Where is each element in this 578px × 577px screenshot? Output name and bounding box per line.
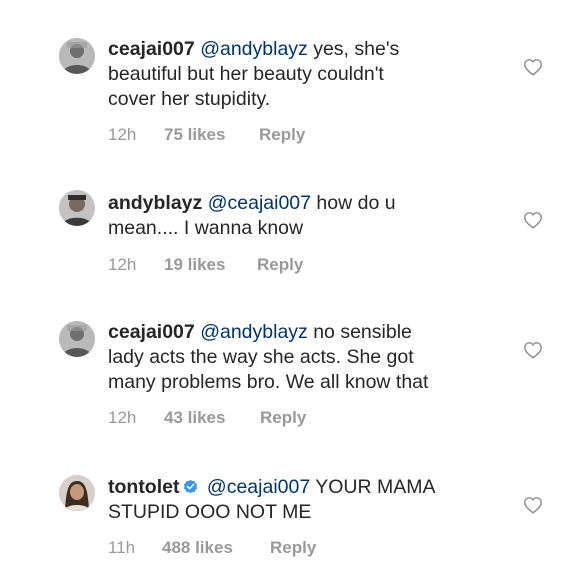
avatar[interactable] [59,321,95,357]
comment-username[interactable]: ceajai007 [108,321,195,343]
comment-mention[interactable]: @ceajai007 [208,192,311,214]
comment-meta: 12h 43 likes Reply [108,408,306,428]
avatar[interactable] [59,38,95,74]
comment-text-line: many problems bro. We all know that [108,371,429,393]
comment-text-line: beautiful but her beauty couldn't [108,63,384,85]
heart-outline-icon[interactable] [523,58,543,76]
comment-text: ceajai007 @andyblayz yes, she's beautifu… [108,37,508,112]
comment-text-line: STUPID OOO NOT ME [108,501,312,523]
heart-outline-icon[interactable] [523,341,543,359]
comment-text-line: cover her stupidity. [108,88,271,110]
comment-text-line: yes, she's [307,38,400,60]
previous-comment-fade [0,0,578,14]
comment-meta: 12h 19 likes Reply [108,255,303,275]
comment-time: 12h [108,125,137,144]
comment-time: 12h [108,255,137,274]
reply-button[interactable]: Reply [270,538,316,558]
verified-badge-icon [184,479,198,494]
comment-mention[interactable]: @andyblayz [200,321,308,343]
comment-likes[interactable]: 43 likes [164,408,260,428]
comment-text-line: lady acts the way she acts. She got [108,346,414,368]
reply-button[interactable]: Reply [259,125,305,145]
comment-text-line: how do u [311,192,396,214]
comment-time: 11h [108,538,136,557]
reply-button[interactable]: Reply [260,408,306,428]
comment-text-line: YOUR MAMA [310,476,436,498]
comment-text-line: no sensible [307,321,412,343]
comment-mention[interactable]: @ceajai007 [207,476,310,498]
comment-time: 12h [108,408,137,427]
heart-outline-icon[interactable] [523,211,543,229]
comment-text: ceajai007 @andyblayz no sensible lady ac… [108,320,508,395]
comment-username[interactable]: ceajai007 [108,38,195,60]
comment-meta: 11h 488 likes Reply [108,538,316,558]
comment-mention[interactable]: @andyblayz [200,38,308,60]
avatar[interactable] [59,190,95,226]
comment-username[interactable]: tontolet [108,476,179,498]
comment-likes[interactable]: 75 likes [164,125,259,145]
comment-text: andyblayz @ceajai007 how do u mean.... I… [108,191,508,241]
comment-text-line: mean.... I wanna know [108,217,304,239]
comment-likes[interactable]: 488 likes [162,538,270,558]
avatar[interactable] [59,475,95,511]
comment-text: tontolet @ceajai007 YOUR MAMA STUPID OOO… [108,475,508,525]
comment-likes[interactable]: 19 likes [164,255,257,275]
comment-username[interactable]: andyblayz [108,192,202,214]
heart-outline-icon[interactable] [523,496,543,514]
comment-meta: 12h 75 likes Reply [108,125,305,145]
reply-button[interactable]: Reply [257,255,303,275]
